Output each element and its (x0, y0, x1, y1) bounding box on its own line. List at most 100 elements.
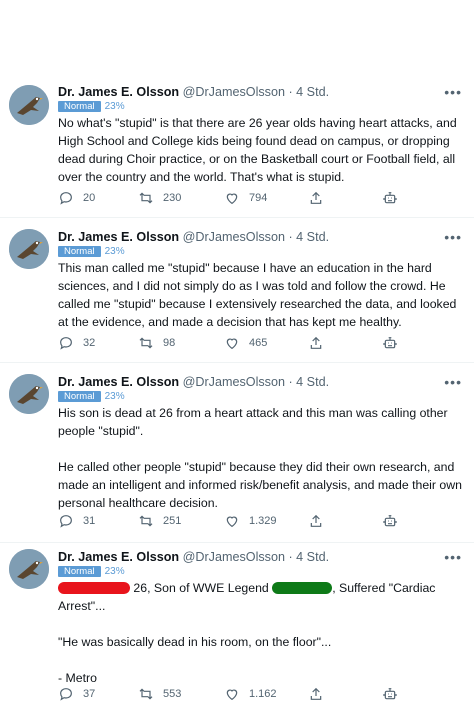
retweet-button[interactable]: 251 (138, 513, 181, 529)
tweet[interactable]: Dr. James E. Olsson @DrJamesOlsson · 4 S… (0, 543, 474, 708)
reply-button[interactable]: 20 (58, 190, 95, 206)
author-name[interactable]: Dr. James E. Olsson (58, 230, 179, 244)
tweet-time[interactable]: · 4 Std. (285, 550, 329, 564)
share-button[interactable] (308, 335, 324, 351)
avatar[interactable] (9, 229, 49, 269)
tweet-source: - Metro (58, 671, 97, 685)
like-button[interactable]: 1.162 (224, 686, 277, 702)
like-count: 1.329 (249, 515, 277, 527)
score-percent: 23% (104, 566, 125, 577)
share-button[interactable] (308, 686, 324, 702)
tweet-actions: 20 230 794 (58, 190, 418, 206)
more-icon[interactable]: ••• (444, 229, 462, 245)
bot-button[interactable] (382, 513, 398, 529)
share-button[interactable] (308, 190, 324, 206)
reply-count: 32 (83, 337, 96, 349)
tweet-text: This man called me "stupid" because I ha… (58, 259, 462, 331)
score-percent: 23% (104, 391, 125, 402)
reply-icon (60, 688, 72, 701)
tweet-time[interactable]: · 4 Std. (285, 375, 329, 389)
bot-button[interactable] (382, 190, 398, 206)
like-icon (226, 689, 238, 701)
more-icon[interactable]: ••• (444, 84, 462, 100)
tweet-header: Dr. James E. Olsson @DrJamesOlsson · 4 S… (58, 84, 462, 100)
tweet-actions: 32 98 465 (58, 335, 418, 351)
like-icon (226, 516, 238, 528)
score-percent: 23% (104, 246, 125, 257)
retweet-button[interactable]: 553 (138, 686, 181, 702)
retweet-count: 230 (163, 192, 182, 204)
retweet-icon (139, 337, 153, 349)
author-handle[interactable]: @DrJamesOlsson (183, 85, 285, 99)
score-percent: 23% (104, 101, 125, 112)
avatar-bird-image (9, 549, 49, 589)
author-name[interactable]: Dr. James E. Olsson (58, 85, 179, 99)
like-button[interactable]: 794 (224, 190, 267, 206)
like-icon (226, 338, 238, 350)
redaction-green (272, 582, 333, 594)
tweet-time[interactable]: · 4 Std. (285, 230, 329, 244)
bot-button[interactable] (382, 686, 398, 702)
avatar[interactable] (9, 549, 49, 589)
author-handle[interactable]: @DrJamesOlsson (183, 375, 285, 389)
more-icon[interactable]: ••• (444, 374, 462, 390)
share-icon (310, 687, 322, 700)
like-count: 1.162 (249, 688, 277, 700)
like-count: 465 (249, 337, 268, 349)
tweet-body: Dr. James E. Olsson @DrJamesOlsson · 4 S… (58, 229, 462, 331)
bot-icon (383, 337, 397, 349)
redaction-red (58, 582, 130, 594)
more-icon[interactable]: ••• (444, 549, 462, 565)
tweet-body: Dr. James E. Olsson @DrJamesOlsson · 4 S… (58, 549, 462, 687)
tweet-time[interactable]: · 4 Std. (285, 85, 329, 99)
toxicity-label: Normal 23% (58, 246, 462, 259)
reply-count: 31 (83, 515, 96, 527)
author-name[interactable]: Dr. James E. Olsson (58, 550, 179, 564)
bot-icon (383, 192, 397, 204)
retweet-button[interactable]: 98 (138, 335, 175, 351)
reply-count: 37 (83, 688, 96, 700)
author-handle[interactable]: @DrJamesOlsson (183, 550, 285, 564)
tweet-paragraph: Arrest"... (58, 599, 106, 613)
retweet-count: 98 (163, 337, 176, 349)
reply-icon (60, 515, 72, 528)
avatar[interactable] (9, 85, 49, 125)
author-name[interactable]: Dr. James E. Olsson (58, 375, 179, 389)
avatar-bird-image (9, 85, 49, 125)
bot-button[interactable] (382, 335, 398, 351)
tweet-body: Dr. James E. Olsson @DrJamesOlsson · 4 S… (58, 84, 462, 186)
normal-badge: Normal (58, 101, 101, 112)
author-handle[interactable]: @DrJamesOlsson (183, 230, 285, 244)
tweet-paragraph: 26, Son of WWE Legend , Suffered "Cardia… (58, 579, 462, 597)
normal-badge: Normal (58, 391, 101, 402)
reply-button[interactable]: 31 (58, 513, 95, 529)
toxicity-label: Normal 23% (58, 566, 462, 579)
retweet-icon (139, 192, 153, 204)
avatar[interactable] (9, 374, 49, 414)
tweet[interactable]: Dr. James E. Olsson @DrJamesOlsson · 4 S… (0, 76, 474, 218)
share-button[interactable] (308, 513, 324, 529)
like-icon (226, 193, 238, 205)
tweet-body: Dr. James E. Olsson @DrJamesOlsson · 4 S… (58, 374, 462, 512)
tweet[interactable]: Dr. James E. Olsson @DrJamesOlsson · 4 S… (0, 363, 474, 543)
avatar-bird-image (9, 374, 49, 414)
retweet-button[interactable]: 230 (138, 190, 181, 206)
tweet-paragraph: No what's "stupid" is that there are 26 … (58, 116, 457, 184)
timeline-feed: Dr. James E. Olsson @DrJamesOlsson · 4 S… (0, 0, 474, 708)
tweet-quote: "He was basically dead in his room, on t… (58, 635, 332, 649)
like-button[interactable]: 1.329 (224, 513, 277, 529)
reply-button[interactable]: 32 (58, 335, 95, 351)
toxicity-label: Normal 23% (58, 101, 462, 114)
tweet[interactable]: Dr. James E. Olsson @DrJamesOlsson · 4 S… (0, 218, 474, 363)
retweet-count: 251 (163, 515, 182, 527)
tweet-text: His son is dead at 26 from a heart attac… (58, 404, 462, 512)
retweet-count: 553 (163, 688, 182, 700)
tweet-text-fragment: , Suffered "Cardiac (332, 581, 436, 595)
tweet-paragraph: This man called me "stupid" because I ha… (58, 261, 457, 329)
tweet-text: 26, Son of WWE Legend , Suffered "Cardia… (58, 579, 462, 687)
reply-icon (60, 337, 72, 350)
tweet-actions: 31 251 1.329 (58, 513, 418, 529)
like-button[interactable]: 465 (224, 335, 267, 351)
retweet-icon (139, 515, 153, 527)
reply-button[interactable]: 37 (58, 686, 95, 702)
